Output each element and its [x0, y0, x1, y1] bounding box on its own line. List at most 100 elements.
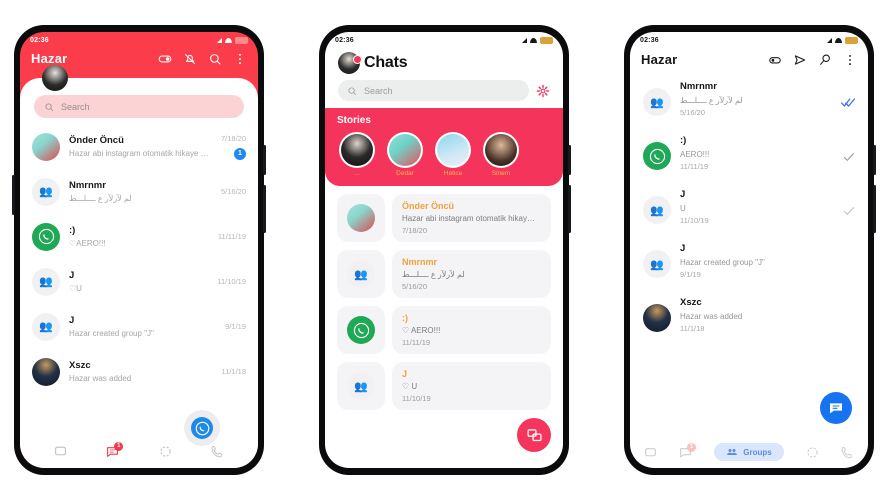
- single-check-icon: [844, 207, 854, 215]
- chat-name: :): [680, 135, 687, 146]
- nav-messages-icon[interactable]: 1: [679, 442, 697, 459]
- list-item[interactable]: Xszc Hazar was added 11/1/18: [20, 349, 258, 394]
- nav-groups-tab[interactable]: Groups: [714, 443, 784, 461]
- overflow-menu-icon[interactable]: [233, 52, 247, 66]
- avatar[interactable]: 👥: [347, 372, 375, 400]
- search-icon: [348, 86, 357, 95]
- avatar[interactable]: 👥: [643, 88, 671, 116]
- avatar[interactable]: 👥: [32, 312, 60, 341]
- avatar[interactable]: 👥: [643, 196, 671, 224]
- chat-name: Nmrnmr: [402, 257, 438, 267]
- story-avatar: [341, 134, 373, 166]
- search-zoom-icon[interactable]: [818, 53, 832, 67]
- new-message-icon: [830, 403, 842, 414]
- search-input[interactable]: Search: [34, 95, 244, 118]
- phone-1-frame: 02:36 Hazar Search Önder Öncü Hazar abi …: [12, 25, 266, 475]
- story-item[interactable]: Sinem: [481, 132, 521, 177]
- toggle-switch-icon[interactable]: [768, 53, 782, 67]
- list-item[interactable]: Xszc Hazar was added 11/1/18: [630, 291, 868, 345]
- chat-date: 7/18/20: [402, 226, 428, 235]
- avatar[interactable]: 👥: [643, 250, 671, 278]
- bottom-nav[interactable]: 1: [20, 434, 258, 468]
- list-item[interactable]: :) ♡AERO!!! 11/11/19: [20, 214, 258, 259]
- list-item[interactable]: 👥 Nmrnmr لم لآرلآر ع ــــلـــط 5/16/20: [337, 250, 551, 298]
- avatar[interactable]: 👥: [32, 177, 60, 206]
- chat-date: 9/1/19: [225, 322, 246, 331]
- wifi-icon: [530, 37, 537, 43]
- avatar[interactable]: [32, 132, 60, 161]
- list-item[interactable]: :) AERO!!! 11/11/19: [630, 129, 868, 183]
- list-item-right: 5/16/20: [221, 177, 246, 207]
- avatar-container: [337, 306, 385, 354]
- appbar-actions: [158, 52, 247, 66]
- status-time: 02:36: [640, 36, 659, 44]
- nav-messages-icon[interactable]: 1: [106, 441, 124, 458]
- bell-off-icon[interactable]: [183, 52, 197, 66]
- toggle-switch-icon[interactable]: [158, 52, 172, 66]
- story-label: Dedar: [396, 170, 414, 177]
- stories-section: Stories ... Dedar Hatice Sinem: [325, 108, 563, 186]
- read-receipt: [840, 79, 856, 113]
- avatar[interactable]: [347, 316, 375, 344]
- list-item[interactable]: 👥 Nmrnmr لم لآرلآر ع ــــلـــط 5/16/20: [20, 169, 258, 214]
- new-message-fab[interactable]: [820, 392, 852, 424]
- chat-date: 11/11/19: [217, 232, 246, 241]
- list-item[interactable]: :) ♡ AERO!!! 11/11/19: [337, 306, 551, 354]
- bottom-nav[interactable]: 1 Groups: [630, 436, 868, 468]
- chat-name: J: [69, 315, 75, 326]
- list-item[interactable]: 👥 J ♡ U 11/10/19: [337, 362, 551, 410]
- status-icons: [827, 36, 858, 44]
- list-item-text: Nmrnmr لم لآرلآر ع ــــلـــط 5/16/20: [680, 79, 832, 117]
- story-item[interactable]: Hatice: [433, 132, 473, 177]
- stories-title: Stories: [337, 115, 371, 126]
- story-item[interactable]: ...: [337, 132, 377, 177]
- floating-whatsapp-bubble[interactable]: [184, 410, 220, 446]
- new-chat-fab[interactable]: [517, 418, 551, 452]
- list-item[interactable]: 👥 J Hazar created group "J" 9/1/19: [630, 237, 868, 291]
- list-item[interactable]: Önder Öncü Hazar abi instagram otomatik …: [337, 194, 551, 242]
- gear-icon[interactable]: [536, 84, 550, 98]
- whatsapp-icon: [643, 142, 671, 170]
- story-ring: [483, 132, 519, 168]
- avatar[interactable]: [347, 204, 375, 232]
- search-input[interactable]: Search: [338, 80, 529, 101]
- list-item-right: 11/1/18: [222, 357, 246, 387]
- story-item[interactable]: Dedar: [385, 132, 425, 177]
- avatar[interactable]: [338, 52, 362, 74]
- group-icon: 👥: [650, 204, 664, 217]
- list-item-right: 9/1/19: [225, 312, 246, 342]
- list-item[interactable]: 👥 Nmrnmr لم لآرلآر ع ــــلـــط 5/16/20: [630, 75, 868, 129]
- chat-date: 11/10/19: [217, 277, 246, 286]
- list-item-text: :) AERO!!! 11/11/19: [680, 133, 834, 171]
- stories-strip[interactable]: ... Dedar Hatice Sinem: [337, 132, 551, 177]
- nav-status-icon[interactable]: [806, 446, 819, 459]
- list-item[interactable]: 👥 J ♡U 11/10/19: [20, 259, 258, 304]
- list-item[interactable]: Önder Öncü Hazar abi instagram otomatik …: [20, 124, 258, 169]
- overflow-menu-icon[interactable]: [843, 53, 857, 67]
- nav-chats-icon[interactable]: [644, 446, 657, 459]
- nav-calls-icon[interactable]: [841, 446, 854, 459]
- battery-icon: [845, 36, 858, 44]
- nav-chats-icon[interactable]: [54, 445, 67, 458]
- avatar[interactable]: 👥: [32, 267, 60, 296]
- nav-status-icon[interactable]: [159, 445, 172, 458]
- avatar-container: 👥: [337, 250, 385, 298]
- three-phone-mockup-stage: 02:36 Hazar Search Önder Öncü Hazar abi …: [0, 0, 888, 500]
- avatar[interactable]: [42, 65, 68, 91]
- chat-list[interactable]: 👥 Nmrnmr لم لآرلآر ع ــــلـــط 5/16/20:…: [630, 75, 868, 436]
- chat-date: 11/10/19: [680, 216, 709, 225]
- chat-list[interactable]: Önder Öncü Hazar abi instagram otomatik …: [20, 122, 258, 434]
- avatar[interactable]: 👥: [347, 260, 375, 288]
- avatar[interactable]: [643, 142, 671, 170]
- list-item[interactable]: 👥 J Hazar created group "J" 9/1/19: [20, 304, 258, 349]
- avatar[interactable]: [32, 357, 60, 386]
- chat-name: J: [680, 189, 686, 200]
- send-plane-icon[interactable]: [793, 53, 807, 67]
- list-item[interactable]: 👥 J U 11/10/19: [630, 183, 868, 237]
- search-zoom-icon[interactable]: [208, 52, 222, 66]
- avatar[interactable]: [32, 222, 60, 251]
- list-item-text: J Hazar created group "J": [69, 315, 216, 338]
- avatar[interactable]: [643, 304, 671, 332]
- nav-calls-icon[interactable]: [211, 445, 224, 458]
- phone-side-button: [263, 145, 266, 175]
